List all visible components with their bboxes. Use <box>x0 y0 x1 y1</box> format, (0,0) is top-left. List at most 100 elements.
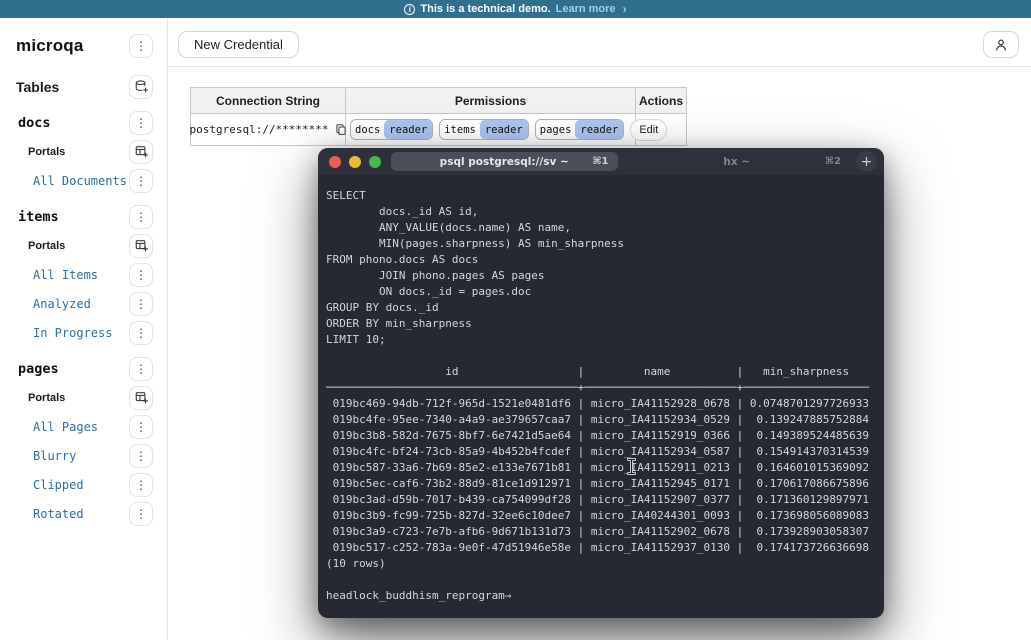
terminal-titlebar[interactable]: psql postgresql://sv ~ ⌘1 hx ~ ⌘2 + <box>318 148 884 175</box>
portal-row-blurry: Blurry ⋮ <box>0 441 167 470</box>
portal-menu-button-all-items[interactable]: ⋮ <box>129 263 153 287</box>
permission-role-select[interactable]: reader <box>575 120 623 139</box>
portal-menu-button-analyzed[interactable]: ⋮ <box>129 292 153 316</box>
permission-role-select[interactable]: reader <box>480 120 528 139</box>
portal-link-clipped[interactable]: Clipped <box>33 478 84 492</box>
new-credential-button[interactable]: New Credential <box>178 31 299 58</box>
portal-row-in-progress: In Progress ⋮ <box>0 318 167 347</box>
copy-button[interactable] <box>335 123 347 136</box>
portal-row-rotated: Rotated ⋮ <box>0 499 167 528</box>
portal-link-blurry[interactable]: Blurry <box>33 449 76 463</box>
sidebar: microqa ⋮ Tables docs⋮PortalsAll Documen… <box>0 18 168 640</box>
terminal-line <box>326 348 876 364</box>
connection-string: postgresql://******** <box>189 123 328 136</box>
portal-menu-button-blurry[interactable]: ⋮ <box>129 444 153 468</box>
permission-chips: docsreaderitemsreaderpagesreader <box>350 119 624 140</box>
add-portal-button-pages[interactable] <box>129 386 153 410</box>
permission-table-label: docs <box>351 120 384 139</box>
tables-label: Tables <box>16 79 59 95</box>
portal-menu-button-all-documents[interactable]: ⋮ <box>129 169 153 193</box>
tab-title: psql postgresql://sv ~ <box>440 156 569 168</box>
portal-link-all-pages[interactable]: All Pages <box>33 420 98 434</box>
tables-header-row: Tables <box>0 72 167 101</box>
new-tab-button[interactable]: + <box>856 151 877 172</box>
kebab-icon: ⋮ <box>135 450 147 462</box>
user-account-button[interactable] <box>983 31 1019 58</box>
terminal-line: ANY_VALUE(docs.name) AS name, <box>326 220 876 236</box>
learn-more-link[interactable]: Learn more <box>556 3 616 15</box>
connection-string-cell: postgresql://******** <box>191 114 346 145</box>
sidebar-sections: docs⋮PortalsAll Documents⋮items⋮PortalsA… <box>0 108 167 528</box>
terminal-tab-psql[interactable]: psql postgresql://sv ~ ⌘1 <box>391 152 618 171</box>
table-menu-button-items[interactable]: ⋮ <box>129 205 153 229</box>
portal-row-clipped: Clipped ⋮ <box>0 470 167 499</box>
portal-menu-button-clipped[interactable]: ⋮ <box>129 473 153 497</box>
tab-shortcut: ⌘1 <box>592 156 608 167</box>
portal-link-analyzed[interactable]: Analyzed <box>33 297 91 311</box>
portal-menu-button-rotated[interactable]: ⋮ <box>129 502 153 526</box>
kebab-icon: ⋮ <box>135 421 147 433</box>
kebab-icon: ⋮ <box>135 211 147 223</box>
terminal-line: 019bc3b9-fc99-725b-827d-32ee6c10dee7 | m… <box>326 508 876 524</box>
permissions-cell: docsreaderitemsreaderpagesreader Edit <box>346 114 636 145</box>
table-name: items <box>18 209 59 225</box>
minimize-window-button[interactable] <box>349 156 361 168</box>
app-name: microqa <box>16 36 84 56</box>
maximize-window-button[interactable] <box>369 156 381 168</box>
terminal-line: MIN(pages.sharpness) AS min_sharpness <box>326 236 876 252</box>
add-table-button[interactable] <box>129 75 153 99</box>
terminal-line: ON docs._id = pages.doc <box>326 284 876 300</box>
add-portal-button-items[interactable] <box>129 234 153 258</box>
permission-role-select[interactable]: reader <box>384 120 432 139</box>
kebab-icon: ⋮ <box>135 40 147 52</box>
sidebar-table-pages: pages⋮ <box>0 354 167 383</box>
terminal-line: LIMIT 10; <box>326 332 876 348</box>
kebab-icon: ⋮ <box>135 327 147 339</box>
permission-table-label: pages <box>536 120 576 139</box>
terminal-prompt: headlock_buddhism_reprogram⇒ <box>326 588 876 604</box>
sidebar-table-items: items ⋮ <box>0 202 167 231</box>
banner-message: This is a technical demo. <box>420 3 550 15</box>
credential-row: postgresql://******** docsreaderitemsrea… <box>191 114 686 145</box>
kebab-icon: ⋮ <box>135 479 147 491</box>
permission-chip-docs: docsreader <box>350 119 433 140</box>
credentials-table-header: Connection String Permissions Actions <box>191 88 686 114</box>
kebab-icon: ⋮ <box>135 175 147 187</box>
app-menu-button[interactable]: ⋮ <box>129 34 153 58</box>
terminal-line: ──────────────────────────────────────+─… <box>326 380 876 396</box>
chevron-right-icon: › <box>623 2 627 16</box>
terminal-line: 019bc517-c252-783a-9e0f-47d51946e58e | m… <box>326 540 876 556</box>
portal-link-all-documents[interactable]: All Documents <box>33 174 127 188</box>
table-plus-icon <box>134 144 149 159</box>
terminal-line: (10 rows) <box>326 556 876 572</box>
kebab-icon: ⋮ <box>135 508 147 520</box>
kebab-icon: ⋮ <box>135 298 147 310</box>
terminal-line: 019bc4fc-bf24-73cb-85a9-4b452b4fcdef | m… <box>326 444 876 460</box>
table-plus-icon <box>134 390 149 405</box>
portals-label: Portals <box>28 392 65 404</box>
portal-menu-button-in-progress[interactable]: ⋮ <box>129 321 153 345</box>
add-portal-button-docs[interactable] <box>129 140 153 164</box>
table-menu-button-pages[interactable]: ⋮ <box>129 357 153 381</box>
terminal-tab-hx[interactable]: hx ~ ⌘2 <box>624 152 851 171</box>
copy-icon <box>335 123 347 136</box>
table-menu-button-docs[interactable]: ⋮ <box>129 111 153 135</box>
column-header-actions: Actions <box>636 88 686 113</box>
portal-link-in-progress[interactable]: In Progress <box>33 326 112 340</box>
terminal-line: 019bc469-94db-712f-965d-1521e0481df6 | m… <box>326 396 876 412</box>
terminal-output[interactable]: SELECT docs._id AS id, ANY_VALUE(docs.na… <box>318 175 884 604</box>
kebab-icon: ⋮ <box>135 269 147 281</box>
column-header-permissions: Permissions <box>346 88 636 113</box>
info-icon: i <box>404 4 415 15</box>
portal-link-all-items[interactable]: All Items <box>33 268 98 282</box>
portal-row-all-items: All Items ⋮ <box>0 260 167 289</box>
terminal-line: 019bc3ad-d59b-7017-b439-ca754099df28 | m… <box>326 492 876 508</box>
terminal-line: 019bc3b8-582d-7675-8bf7-6e7421d5ae64 | m… <box>326 428 876 444</box>
actions-cell <box>636 114 686 145</box>
permission-chip-items: itemsreader <box>439 119 529 140</box>
portal-menu-button-all-pages[interactable]: ⋮ <box>129 415 153 439</box>
portal-row-analyzed: Analyzed ⋮ <box>0 289 167 318</box>
portal-link-rotated[interactable]: Rotated <box>33 507 84 521</box>
close-window-button[interactable] <box>329 156 341 168</box>
app-header-row: microqa ⋮ <box>0 28 167 64</box>
